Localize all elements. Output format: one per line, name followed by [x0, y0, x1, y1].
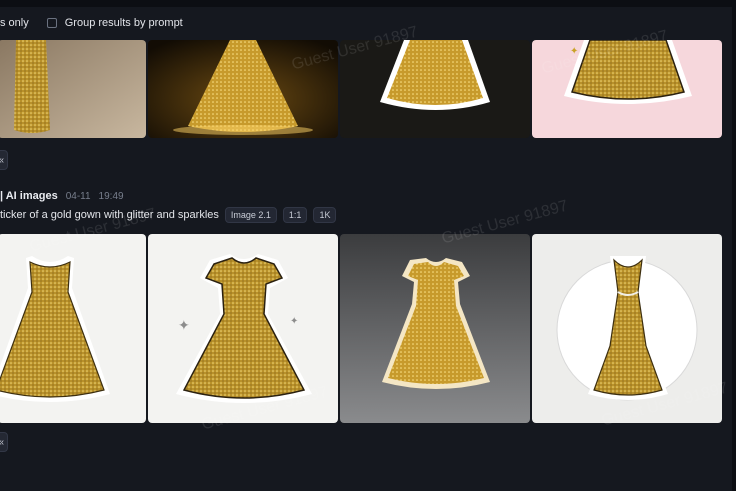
image-row-top: ✦ [0, 40, 722, 138]
image-tile[interactable] [532, 234, 722, 423]
svg-text:✦: ✦ [178, 317, 190, 333]
image-tile[interactable]: ✦ ✦ [148, 234, 338, 423]
image-row-bottom: ✦ ✦ [0, 234, 722, 423]
resolution-tag: 1K [313, 207, 337, 223]
svg-text:✦: ✦ [290, 316, 298, 327]
time-label: 19:49 [98, 190, 124, 202]
ratio-tag: 1:1 [282, 207, 308, 223]
image-tile[interactable] [340, 40, 530, 138]
top-bar [0, 0, 736, 7]
expand-button[interactable]: « [0, 150, 8, 170]
right-scroll-edge [732, 0, 736, 491]
prompt-row: ticker of a gold gown with glitter and s… [0, 207, 337, 223]
date-label: 04-11 [65, 190, 91, 202]
group-results-label[interactable]: Group results by prompt [65, 17, 183, 29]
filter-bar: s only Group results by prompt [0, 14, 183, 32]
model-tag: Image 2.1 [224, 207, 277, 223]
partial-only-label: s only [0, 17, 29, 29]
svg-text:✦: ✦ [570, 46, 578, 57]
expand-button[interactable]: « [0, 432, 8, 452]
image-tile[interactable]: ✦ [532, 40, 722, 138]
image-tile[interactable] [148, 40, 338, 138]
image-tile[interactable] [0, 40, 146, 138]
image-tile[interactable] [340, 234, 530, 423]
generation-meta: | AI images 04-11 19:49 [0, 190, 124, 202]
source-label: | AI images [0, 190, 58, 202]
prompt-text[interactable]: ticker of a gold gown with glitter and s… [0, 209, 219, 221]
image-tile[interactable] [0, 234, 146, 423]
group-results-checkbox[interactable] [46, 18, 57, 28]
